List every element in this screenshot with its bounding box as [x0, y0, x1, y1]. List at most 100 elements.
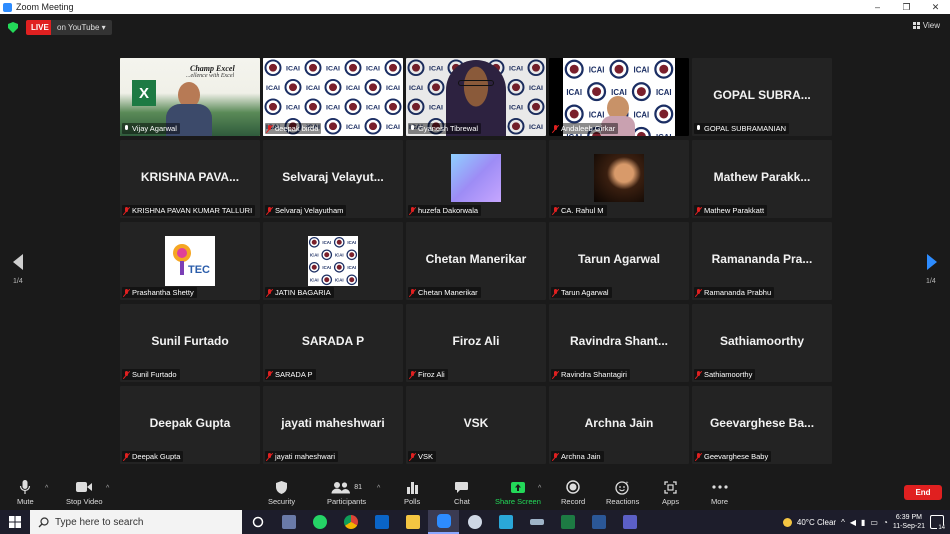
stop-video-button[interactable]: Stop Video — [66, 479, 103, 506]
participant-tile[interactable]: ICAIICAIICAIICAIICAIICAIICAIICAIICAIICAI… — [549, 58, 689, 136]
participant-display-name: GOPAL SUBRA... — [713, 88, 811, 102]
wifi-icon[interactable]: ◔ — [883, 518, 888, 527]
smiley-reaction-icon: + — [615, 479, 630, 495]
participant-tile[interactable]: Geevarghese Ba... Geevarghese Baby — [692, 386, 832, 464]
whatsapp-icon[interactable] — [304, 510, 335, 534]
participant-tile[interactable]: Selvaraj Velayut... Selvaraj Velayutham — [263, 140, 403, 218]
livestream-dropdown[interactable]: on YouTube ▾ — [51, 20, 112, 35]
polls-button[interactable]: Polls — [404, 479, 420, 506]
outlook-icon[interactable] — [366, 510, 397, 534]
participant-tile[interactable]: Ravindra Shant... Ravindra Shantagiri — [549, 304, 689, 382]
battery-icon[interactable]: ▭ — [870, 518, 878, 527]
participant-name: Deepak Gupta — [132, 452, 181, 461]
muted-microphone-icon — [552, 370, 559, 379]
participants-caret-icon[interactable]: ^ — [377, 485, 380, 492]
end-meeting-button[interactable]: End — [904, 485, 942, 500]
participant-tile[interactable]: KRISHNA PAVA... KRISHNA PAVAN KUMAR TALLU… — [120, 140, 260, 218]
next-page-arrow-icon[interactable] — [924, 252, 940, 272]
record-label: Record — [561, 497, 586, 506]
svg-text:ICAI: ICAI — [409, 85, 423, 92]
video-options-caret-icon[interactable]: ^ — [106, 485, 109, 492]
participant-tile[interactable]: huzefa Dakorwala — [406, 140, 546, 218]
participant-tile[interactable]: Ramananda Pra... Ramananda Prabhu — [692, 222, 832, 300]
audio-options-caret-icon[interactable]: ^ — [45, 485, 48, 492]
word-icon[interactable] — [583, 510, 614, 534]
file-explorer-icon[interactable] — [273, 510, 304, 534]
snipping-tool-icon[interactable] — [490, 510, 521, 534]
participant-name-label: Ramananda Prabhu — [694, 287, 775, 298]
chrome-icon[interactable] — [335, 510, 366, 534]
windows-start-icon[interactable] — [0, 510, 30, 534]
svg-text:ICAI: ICAI — [429, 66, 443, 73]
participant-name-label: Deepak Gupta — [122, 451, 184, 462]
excel-icon[interactable] — [552, 510, 583, 534]
cortana-icon[interactable] — [242, 510, 273, 534]
paint-icon[interactable] — [459, 510, 490, 534]
live-badge[interactable]: LIVE — [26, 20, 54, 35]
reactions-button[interactable]: + Reactions — [606, 479, 639, 506]
participant-tile[interactable]: GOPAL SUBRA... GOPAL SUBRAMANIAN — [692, 58, 832, 136]
participant-tile[interactable]: Archna Jain Archna Jain — [549, 386, 689, 464]
weather-text[interactable]: 40°C Clear — [797, 518, 836, 527]
speaker-icon[interactable]: ◀ — [850, 518, 856, 527]
share-screen-label: Share Screen — [495, 497, 541, 506]
participant-name-label: JATIN BAGARIA — [265, 287, 334, 298]
participant-tile[interactable]: Sunil Furtado Sunil Furtado — [120, 304, 260, 382]
participant-name-label: KRISHNA PAVAN KUMAR TALLURI — [122, 205, 256, 216]
participant-tile[interactable]: SARADA P SARADA P — [263, 304, 403, 382]
security-button[interactable]: Security — [268, 479, 295, 506]
svg-text:ICAI: ICAI — [566, 88, 582, 97]
microphone-icon — [409, 124, 416, 133]
participant-tile[interactable]: Mathew Parakk... Mathew Parakkatt — [692, 140, 832, 218]
encryption-shield-icon[interactable] — [8, 22, 18, 33]
apps-label: Apps — [662, 497, 680, 506]
share-screen-caret-icon[interactable]: ^ — [538, 485, 541, 492]
participant-tile[interactable]: ICAI ICAI ICAI ICAI ICAI ICAI ICAI ICAI JATIN BA… — [263, 222, 403, 300]
close-button[interactable]: ✕ — [921, 0, 950, 14]
participant-display-name: Ramananda Pra... — [711, 252, 813, 266]
svg-text:ICAI: ICAI — [429, 105, 443, 112]
pen-app-icon[interactable] — [521, 510, 552, 534]
muted-microphone-icon — [266, 370, 273, 379]
show-hidden-icons-chevron-icon[interactable]: ^ — [841, 518, 845, 527]
folder-icon[interactable] — [397, 510, 428, 534]
previous-page-arrow-icon[interactable] — [10, 252, 26, 272]
participant-tile[interactable]: Sathiamoorthy Sathiamoorthy — [692, 304, 832, 382]
svg-text:ICAI: ICAI — [529, 85, 543, 92]
share-screen-button[interactable]: Share Screen — [495, 479, 541, 506]
svg-text:ICAI: ICAI — [266, 85, 280, 92]
participant-tile[interactable]: Tarun Agarwal Tarun Agarwal — [549, 222, 689, 300]
restore-button[interactable]: ❐ — [892, 0, 921, 14]
participant-tile[interactable]: ICAIICAIICAIICAIICAIICAIICAIICAIICAIICAI… — [406, 58, 546, 136]
participant-tile[interactable]: Chetan Manerikar Chetan Manerikar — [406, 222, 546, 300]
participant-tile[interactable]: X Champ Excel ...ellence with Excel Vijay A… — [120, 58, 260, 136]
participant-name: Prashantha Shetty — [132, 288, 194, 297]
chat-button[interactable]: Chat — [454, 479, 470, 506]
taskbar-clock[interactable]: 6:39 PM 11-Sep-21 — [893, 513, 925, 531]
participant-tile[interactable]: jayati maheshwari jayati maheshwari — [263, 386, 403, 464]
taskbar-search-box[interactable]: Type here to search — [30, 510, 242, 534]
participant-tile[interactable]: VSK VSK — [406, 386, 546, 464]
network-icon[interactable]: ▮ — [861, 518, 865, 527]
minimize-button[interactable]: – — [863, 0, 892, 14]
participant-display-name: Geevarghese Ba... — [709, 416, 815, 430]
chat-bubble-icon — [454, 479, 469, 495]
participant-tile[interactable]: TEC Prashantha Shetty — [120, 222, 260, 300]
record-button[interactable]: Record — [561, 479, 585, 506]
participant-tile[interactable]: Firoz Ali Firoz Ali — [406, 304, 546, 382]
view-button[interactable]: View — [912, 21, 940, 30]
participant-tile[interactable]: ICAIICAIICAIICAIICAIICAIICAIICAIICAIICAI… — [263, 58, 403, 136]
participants-button[interactable]: 81 Participants — [327, 479, 366, 506]
participant-tile[interactable]: CA. Rahul M — [549, 140, 689, 218]
notification-center-icon[interactable]: 14 — [930, 515, 946, 531]
participant-display-name: Sunil Furtado — [151, 334, 229, 348]
zoom-taskbar-icon[interactable] — [428, 510, 459, 534]
more-button[interactable]: More — [711, 479, 728, 506]
apps-button[interactable]: Apps — [662, 479, 679, 506]
participant-name-label: Gyanesh Tibrewal — [408, 123, 482, 134]
participant-tile[interactable]: Deepak Gupta Deepak Gupta — [120, 386, 260, 464]
svg-text:ICAI: ICAI — [306, 85, 320, 92]
meeting-toolbar: Mute ^ Stop Video ^ Security 81 Particip… — [0, 474, 950, 510]
mute-button[interactable]: Mute — [17, 479, 34, 506]
teams-icon[interactable] — [614, 510, 645, 534]
